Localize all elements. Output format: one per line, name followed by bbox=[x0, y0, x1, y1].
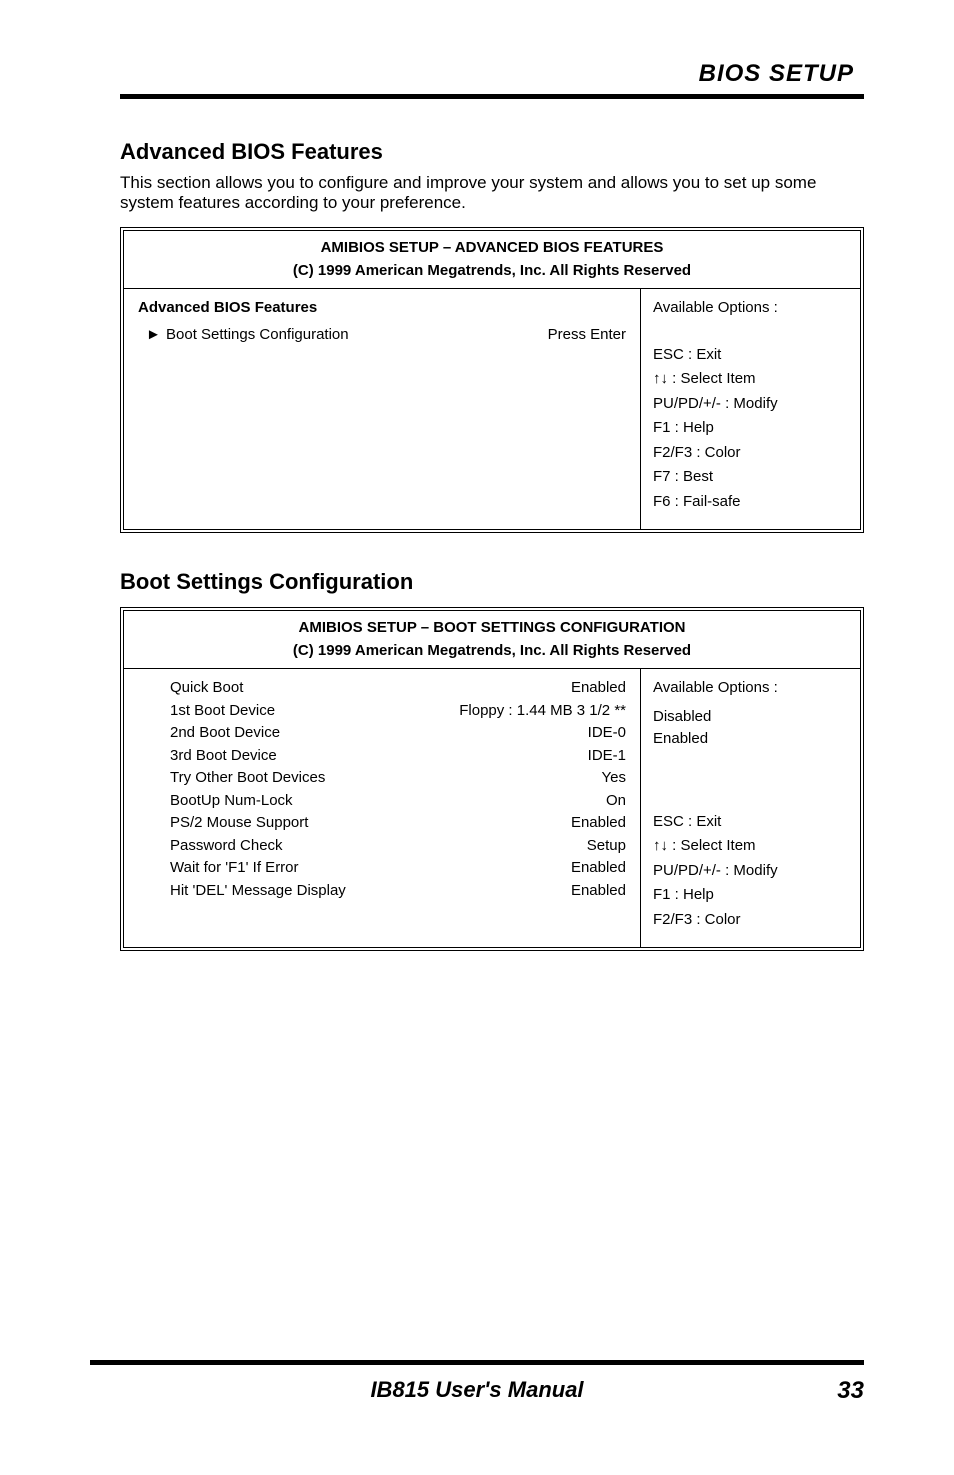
bios-left-subtitle: Advanced BIOS Features bbox=[138, 297, 626, 320]
option-value: Enabled bbox=[571, 812, 626, 835]
header-title: BIOS SETUP bbox=[699, 60, 854, 87]
bios-option-row[interactable]: Password CheckSetup bbox=[170, 835, 626, 858]
bios-box-title: AMIBIOS SETUP – ADVANCED BIOS FEATURES (… bbox=[124, 231, 860, 289]
option-label: 2nd Boot Device bbox=[170, 722, 588, 745]
footer-page-number: 33 bbox=[837, 1377, 864, 1405]
bios-left-panel: Advanced BIOS Features ► Boot Settings C… bbox=[124, 289, 640, 529]
option-label: PS/2 Mouse Support bbox=[170, 812, 571, 835]
help-line: ↑↓ : Select Item bbox=[653, 368, 848, 391]
page-header: BIOS SETUP bbox=[120, 60, 864, 88]
help-list: ESC : Exit ↑↓ : Select Item PU/PD/+/- : … bbox=[653, 344, 848, 514]
option-value: Setup bbox=[587, 835, 626, 858]
bios-option-row[interactable]: 3rd Boot DeviceIDE-1 bbox=[170, 745, 626, 768]
bios-body: Advanced BIOS Features ► Boot Settings C… bbox=[124, 289, 860, 529]
help-title: Available Options : bbox=[653, 297, 848, 320]
bios-box-boot-settings: AMIBIOS SETUP – BOOT SETTINGS CONFIGURAT… bbox=[120, 607, 864, 951]
help-line: ↑↓ : Select Item bbox=[653, 835, 848, 858]
bios-title-line1: AMIBIOS SETUP – BOOT SETTINGS CONFIGURAT… bbox=[132, 617, 852, 640]
option-label: BootUp Num-Lock bbox=[170, 790, 606, 813]
spacer bbox=[653, 751, 848, 811]
option-value: Enabled bbox=[571, 880, 626, 903]
help-line: F2/F3 : Color bbox=[653, 909, 848, 932]
bios-title-line1: AMIBIOS SETUP – ADVANCED BIOS FEATURES bbox=[132, 237, 852, 260]
option-value: Press Enter bbox=[548, 324, 626, 347]
second-heading: Boot Settings Configuration bbox=[120, 569, 864, 595]
page: BIOS SETUP Advanced BIOS Features This s… bbox=[0, 0, 954, 1475]
help-line: ESC : Exit bbox=[653, 811, 848, 834]
bios-help-panel: Available Options : ESC : Exit ↑↓ : Sele… bbox=[640, 289, 860, 529]
footer-manual-title: IB815 User's Manual bbox=[90, 1377, 864, 1403]
help-option: Disabled bbox=[653, 706, 848, 729]
help-line: F1 : Help bbox=[653, 417, 848, 440]
option-value: Yes bbox=[602, 767, 626, 790]
help-option: Enabled bbox=[653, 728, 848, 751]
option-label: Wait for 'F1' If Error bbox=[170, 857, 571, 880]
bios-body: Quick BootEnabled 1st Boot DeviceFloppy … bbox=[124, 669, 860, 947]
spacer bbox=[653, 326, 848, 344]
bios-options: ► Boot Settings Configuration Press Ente… bbox=[138, 324, 626, 347]
bios-title-line2: (C) 1999 American Megatrends, Inc. All R… bbox=[132, 640, 852, 663]
help-line: F1 : Help bbox=[653, 884, 848, 907]
bios-option-row[interactable]: BootUp Num-LockOn bbox=[170, 790, 626, 813]
help-line: F7 : Best bbox=[653, 466, 848, 489]
bios-box-advanced: AMIBIOS SETUP – ADVANCED BIOS FEATURES (… bbox=[120, 227, 864, 533]
option-value: Floppy : 1.44 MB 3 1/2 ** bbox=[459, 700, 626, 723]
section-description: This section allows you to configure and… bbox=[120, 173, 864, 213]
bios-option-row[interactable]: Hit 'DEL' Message DisplayEnabled bbox=[170, 880, 626, 903]
help-line: ESC : Exit bbox=[653, 344, 848, 367]
option-label: Password Check bbox=[170, 835, 587, 858]
bios-title-line2: (C) 1999 American Megatrends, Inc. All R… bbox=[132, 260, 852, 283]
bios-option-row[interactable]: PS/2 Mouse SupportEnabled bbox=[170, 812, 626, 835]
help-line: F2/F3 : Color bbox=[653, 442, 848, 465]
bios-option-row[interactable]: Quick BootEnabled bbox=[170, 677, 626, 700]
bios-help-panel: Available Options : Disabled Enabled ESC… bbox=[640, 669, 860, 947]
help-list: ESC : Exit ↑↓ : Select Item PU/PD/+/- : … bbox=[653, 811, 848, 932]
header-rule bbox=[120, 94, 864, 99]
bios-left-panel: Quick BootEnabled 1st Boot DeviceFloppy … bbox=[124, 669, 640, 947]
footer-rule bbox=[90, 1360, 864, 1365]
section-heading: Advanced BIOS Features bbox=[120, 139, 864, 165]
bios-option-row[interactable]: 1st Boot DeviceFloppy : 1.44 MB 3 1/2 ** bbox=[170, 700, 626, 723]
option-label: Hit 'DEL' Message Display bbox=[170, 880, 571, 903]
bios-option-row[interactable]: ► Boot Settings Configuration Press Ente… bbox=[146, 324, 626, 347]
option-value: Enabled bbox=[571, 677, 626, 700]
option-label: 1st Boot Device bbox=[170, 700, 459, 723]
option-label: Quick Boot bbox=[170, 677, 571, 700]
option-label: 3rd Boot Device bbox=[170, 745, 588, 768]
bios-option-row[interactable]: Wait for 'F1' If ErrorEnabled bbox=[170, 857, 626, 880]
bios-box-title: AMIBIOS SETUP – BOOT SETTINGS CONFIGURAT… bbox=[124, 611, 860, 669]
help-line: PU/PD/+/- : Modify bbox=[653, 393, 848, 416]
bios-options: Quick BootEnabled 1st Boot DeviceFloppy … bbox=[138, 677, 626, 902]
help-title: Available Options : bbox=[653, 677, 848, 700]
help-line: PU/PD/+/- : Modify bbox=[653, 860, 848, 883]
bios-option-row[interactable]: Try Other Boot DevicesYes bbox=[170, 767, 626, 790]
help-line: F6 : Fail-safe bbox=[653, 491, 848, 514]
option-value: IDE-0 bbox=[588, 722, 626, 745]
option-value: Enabled bbox=[571, 857, 626, 880]
option-label: Try Other Boot Devices bbox=[170, 767, 602, 790]
option-label: Boot Settings Configuration bbox=[166, 324, 548, 347]
option-value: IDE-1 bbox=[588, 745, 626, 768]
triangle-right-icon: ► bbox=[146, 324, 166, 347]
footer: IB815 User's Manual 33 bbox=[90, 1377, 864, 1405]
bios-option-row[interactable]: 2nd Boot DeviceIDE-0 bbox=[170, 722, 626, 745]
option-value: On bbox=[606, 790, 626, 813]
